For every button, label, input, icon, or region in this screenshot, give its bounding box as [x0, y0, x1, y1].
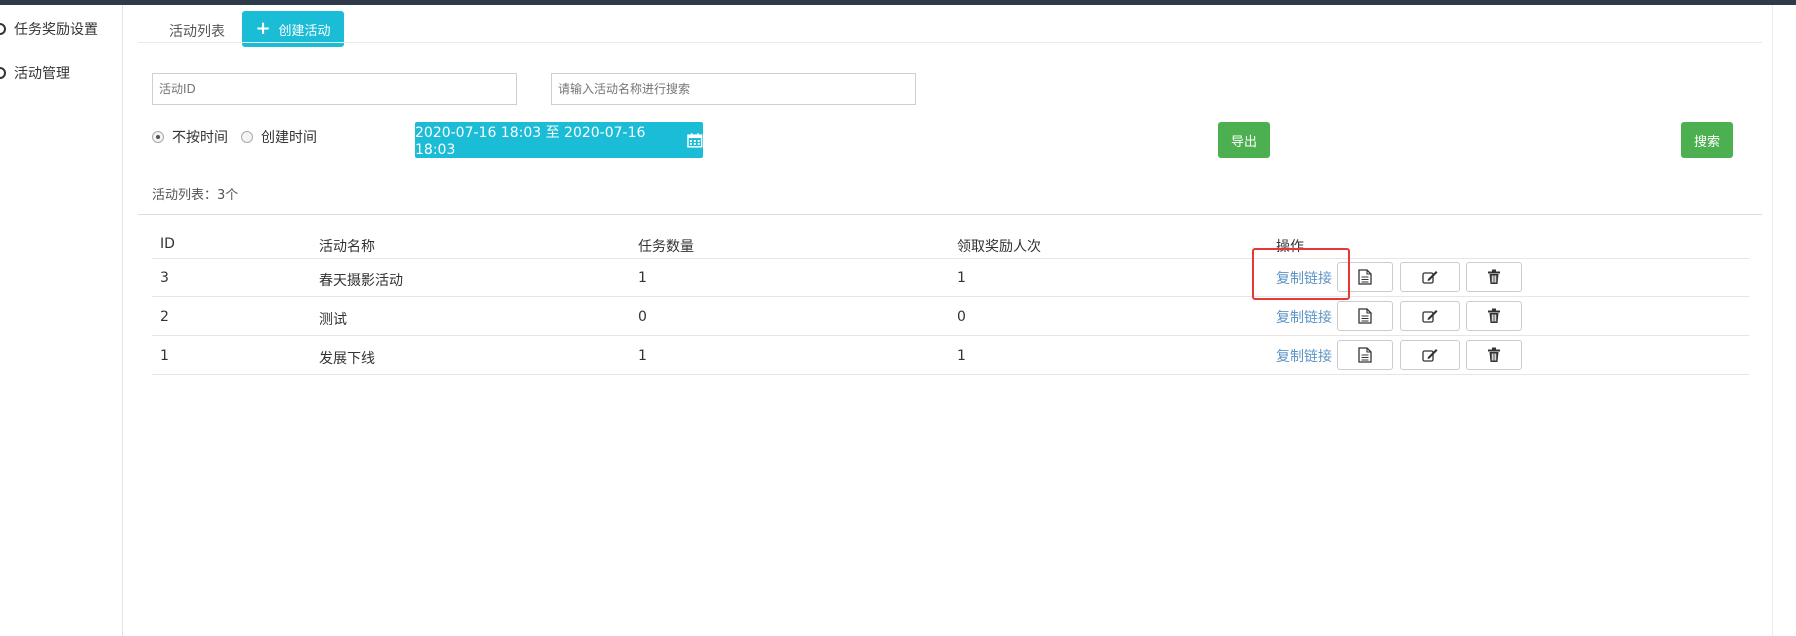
sidebar: 任务奖励设置 活动管理 — [0, 5, 123, 636]
plus-icon: + — [255, 18, 271, 39]
trash-icon — [1488, 269, 1500, 284]
view-details-button[interactable] — [1337, 340, 1393, 370]
cell-task-count: 1 — [638, 270, 647, 286]
radio-created-time[interactable]: 创建时间 — [241, 127, 317, 147]
activity-count-text: 活动列表：3个 — [152, 188, 239, 203]
radio-selected-icon — [152, 131, 164, 143]
edit-icon — [1422, 310, 1438, 323]
column-header-id: ID — [160, 236, 175, 252]
cell-task-count: 1 — [638, 348, 647, 364]
activity-id-input[interactable] — [152, 73, 517, 105]
cell-activity-name: 测试 — [319, 312, 347, 328]
cell-id: 1 — [160, 348, 169, 364]
bullet-circle-icon — [0, 23, 6, 35]
document-icon — [1358, 308, 1372, 324]
cell-activity-name: 春天摄影活动 — [319, 273, 403, 289]
document-icon — [1358, 269, 1372, 285]
edit-icon — [1422, 271, 1438, 284]
copy-link-button[interactable]: 复制链接 — [1276, 307, 1332, 327]
cell-task-count: 0 — [638, 309, 647, 325]
column-header-task-count: 任务数量 — [638, 239, 694, 255]
row-divider — [152, 296, 1749, 297]
tab-activity-list[interactable]: 活动列表 — [169, 20, 225, 44]
bullet-circle-icon — [0, 67, 6, 79]
view-details-button[interactable] — [1337, 262, 1393, 292]
cell-id: 2 — [160, 309, 169, 325]
trash-icon — [1488, 347, 1500, 362]
delete-button[interactable] — [1466, 301, 1522, 331]
edit-button[interactable] — [1400, 340, 1460, 370]
view-details-button[interactable] — [1337, 301, 1393, 331]
section-divider — [138, 214, 1762, 215]
copy-link-button[interactable]: 复制链接 — [1276, 346, 1332, 366]
sidebar-item-label: 任务奖励设置 — [14, 22, 98, 38]
sidebar-item-activity-management[interactable]: 活动管理 — [0, 63, 70, 83]
search-button[interactable]: 搜索 — [1681, 122, 1733, 158]
cell-reward-count: 0 — [957, 309, 966, 325]
radio-no-time[interactable]: 不按时间 — [152, 127, 228, 147]
delete-button[interactable] — [1466, 340, 1522, 370]
column-header-reward-count: 领取奖励人次 — [957, 239, 1041, 255]
sidebar-item-label: 活动管理 — [14, 66, 70, 82]
cell-id: 3 — [160, 270, 169, 286]
radio-unselected-icon — [241, 131, 253, 143]
table-header-divider — [152, 258, 1749, 259]
activity-name-search-input[interactable] — [551, 73, 916, 105]
trash-icon — [1488, 308, 1500, 323]
column-header-actions: 操作 — [1276, 239, 1304, 255]
copy-link-button[interactable]: 复制链接 — [1276, 268, 1332, 288]
row-divider — [152, 335, 1749, 336]
right-edge-panel — [1772, 5, 1796, 636]
date-range-text: 2020-07-16 18:03 至 2020-07-16 18:03 — [415, 125, 646, 158]
cell-reward-count: 1 — [957, 348, 966, 364]
radio-no-time-label: 不按时间 — [172, 130, 228, 146]
delete-button[interactable] — [1466, 262, 1522, 292]
export-button[interactable]: 导出 — [1218, 122, 1270, 158]
document-icon — [1358, 347, 1372, 363]
edit-button[interactable] — [1400, 262, 1460, 292]
row-divider — [152, 374, 1749, 375]
radio-created-time-label: 创建时间 — [261, 130, 317, 146]
edit-button[interactable] — [1400, 301, 1460, 331]
sidebar-item-task-reward-settings[interactable]: 任务奖励设置 — [0, 19, 98, 39]
date-range-picker[interactable]: 2020-07-16 18:03 至 2020-07-16 18:03 — [415, 122, 703, 158]
edit-icon — [1422, 349, 1438, 362]
cell-reward-count: 1 — [957, 270, 966, 286]
create-activity-label: 创建活动 — [278, 23, 331, 39]
calendar-icon — [687, 133, 703, 148]
column-header-activity-name: 活动名称 — [319, 239, 375, 255]
tab-divider — [138, 42, 1762, 43]
cell-activity-name: 发展下线 — [319, 351, 375, 367]
top-bar — [0, 0, 1796, 5]
